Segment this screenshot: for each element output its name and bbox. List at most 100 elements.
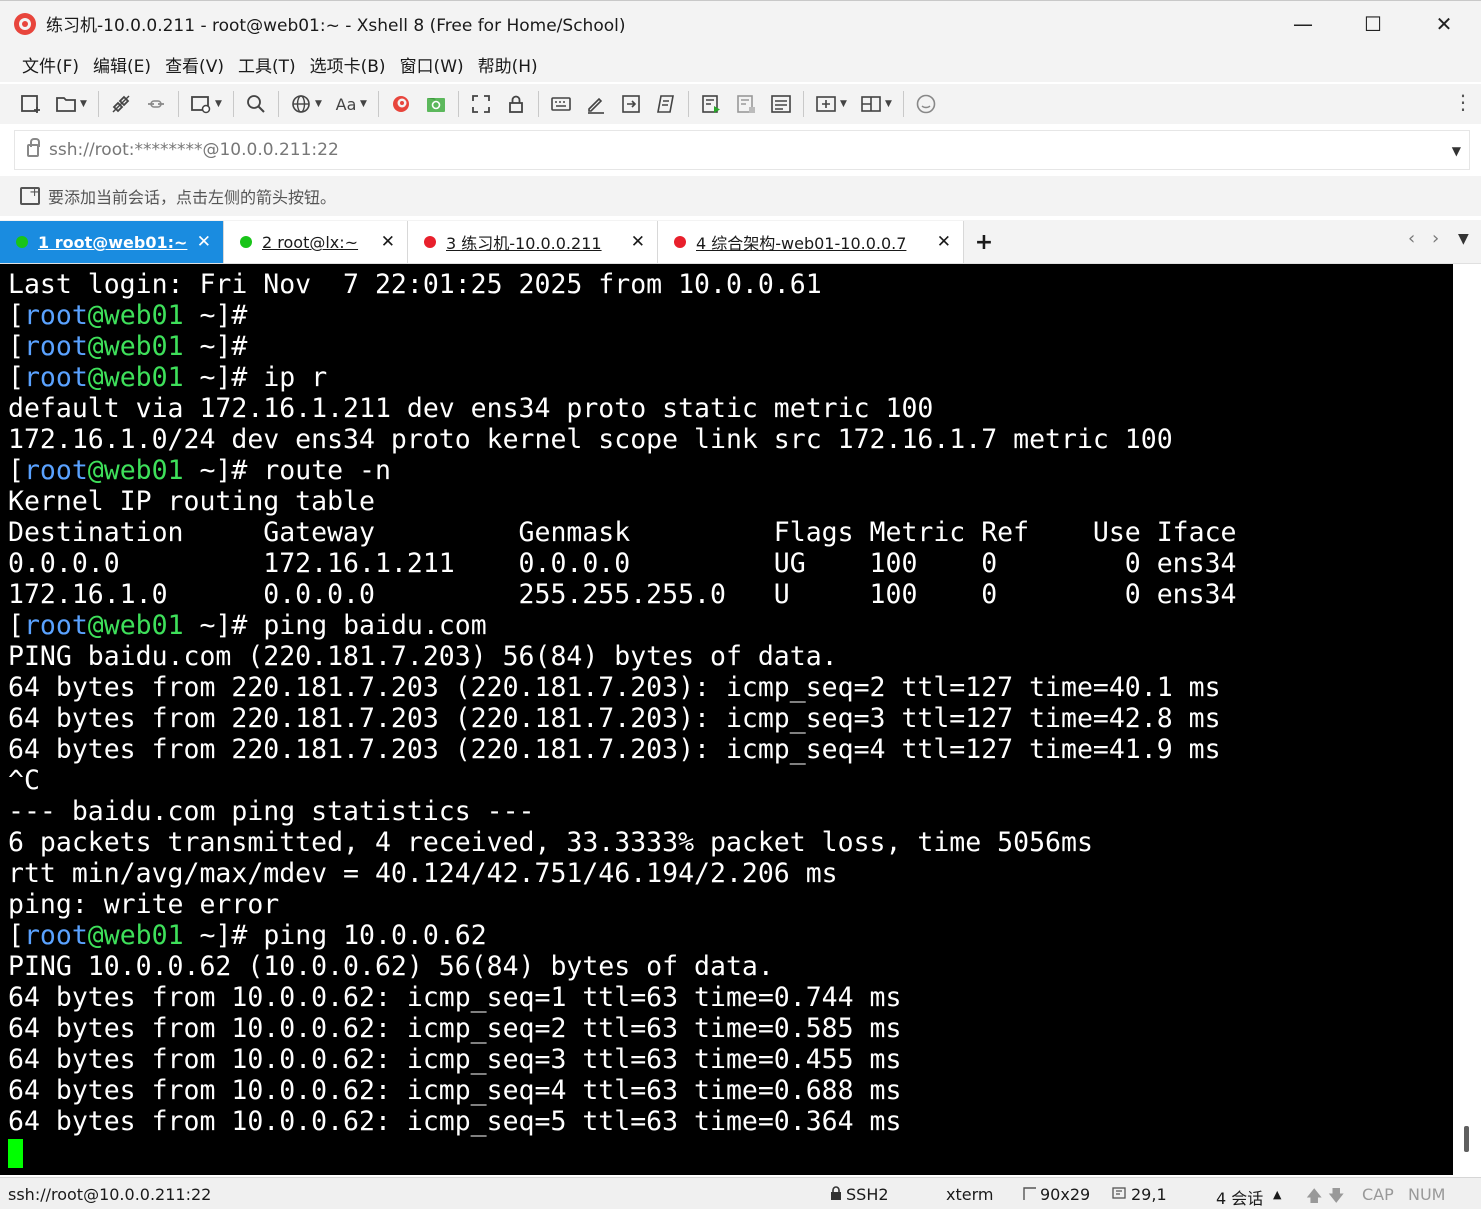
terminal-line: --- baidu.com ping statistics --- [8, 796, 1453, 827]
terminal-line: 64 bytes from 10.0.0.62: icmp_seq=4 ttl=… [8, 1075, 1453, 1106]
tab-session-4[interactable]: 4 综合架构-web01-10.0.0.7 ✕ [658, 221, 964, 263]
stop-logging-icon[interactable] [733, 91, 759, 117]
minimize-button[interactable]: — [1268, 1, 1338, 47]
terminal-line: 64 bytes from 10.0.0.62: icmp_seq=5 ttl=… [8, 1106, 1453, 1137]
session-properties-icon[interactable] [188, 91, 214, 117]
maximize-button[interactable]: ☐ [1338, 1, 1408, 47]
terminal-line: [root@web01 ~]# route -n [8, 455, 1453, 486]
scroll-up-icon[interactable]: 🡅 [1306, 1185, 1322, 1209]
status-sessions[interactable]: 4 会话 [1216, 1185, 1263, 1209]
close-tab-icon[interactable]: ✕ [937, 232, 951, 252]
connect-icon[interactable] [108, 91, 134, 117]
prompt-bracket: [ [8, 920, 24, 951]
sessions-up-icon[interactable]: ▲ [1273, 1188, 1281, 1201]
disconnect-icon[interactable] [143, 91, 169, 117]
layout-icon[interactable] [858, 91, 884, 117]
xshell-icon[interactable] [388, 91, 414, 117]
prompt-at: @ [87, 455, 104, 486]
globe-icon[interactable] [288, 91, 314, 117]
properties-dropdown-icon[interactable]: ▼ [215, 99, 225, 109]
prompt-user: root [23, 455, 88, 486]
prompt-user: root [23, 920, 88, 951]
terminal-line: 64 bytes from 10.0.0.62: icmp_seq=2 ttl=… [8, 1013, 1453, 1044]
output-text: 64 bytes from 10.0.0.62: icmp_seq=1 ttl=… [8, 982, 902, 1013]
menu-edit[interactable]: 编辑(E) [86, 52, 158, 77]
search-icon[interactable] [243, 91, 269, 117]
terminal-line: Destination Gateway Genmask Flags Metric… [8, 517, 1453, 548]
terminal-scrollbar[interactable] [1453, 264, 1481, 1175]
add-tab-icon[interactable]: + [964, 221, 1004, 263]
prompt-bracket: [ [8, 610, 24, 641]
title-bar: 练习机-10.0.0.211 - root@web01:~ - Xshell 8… [0, 0, 1481, 46]
address-dropdown-icon[interactable]: ▼ [1452, 144, 1461, 158]
terminal-line: default via 172.16.1.211 dev ens34 proto… [8, 393, 1453, 424]
layout-dropdown-icon[interactable]: ▼ [885, 99, 895, 109]
close-tab-icon[interactable]: ✕ [381, 232, 395, 252]
terminal-line: ping: write error [8, 889, 1453, 920]
scrollbar-thumb[interactable] [1464, 1126, 1469, 1152]
fullscreen-icon[interactable] [468, 91, 494, 117]
new-tab-icon[interactable] [813, 91, 839, 117]
tab-label: 4 综合架构-web01-10.0.0.7 [696, 234, 907, 253]
tab-prev-icon[interactable]: ‹ [1408, 228, 1415, 249]
add-session-icon[interactable] [20, 185, 40, 205]
transfer-icon[interactable] [618, 91, 644, 117]
output-text: rtt min/avg/max/mdev = 40.124/42.751/46.… [8, 858, 838, 889]
tab-list-icon[interactable]: ▼ [1458, 231, 1469, 247]
close-tab-icon[interactable]: ✕ [631, 232, 645, 252]
keyboard-icon[interactable] [548, 91, 574, 117]
output-text: PING baidu.com (220.181.7.203) 56(84) by… [8, 641, 838, 672]
tab-session-1[interactable]: 1 root@web01:~ ✕ [0, 221, 224, 263]
font-dropdown-icon[interactable]: ▼ [360, 99, 370, 109]
close-button[interactable]: ✕ [1409, 1, 1479, 47]
open-dropdown-icon[interactable]: ▼ [80, 99, 90, 109]
lock-icon [27, 137, 40, 157]
address-bar[interactable]: ssh://root:********@10.0.0.211:22 ▼ [14, 130, 1470, 170]
toolbar-separator [378, 91, 379, 117]
tab-session-2[interactable]: 2 root@lx:~ ✕ [224, 221, 408, 263]
output-text: 172.16.1.0/24 dev ens34 proto kernel sco… [8, 424, 1173, 455]
prompt-host: web01 [103, 331, 184, 362]
new-tab-dropdown-icon[interactable]: ▼ [840, 99, 850, 109]
menu-tools[interactable]: 工具(T) [231, 52, 303, 77]
hint-text: 要添加当前会话，点击左侧的箭头按钮。 [48, 188, 337, 207]
log-viewer-icon[interactable] [768, 91, 794, 117]
toolbar-more-icon[interactable]: ⋮ [1453, 90, 1473, 114]
terminal-line: Kernel IP routing table [8, 486, 1453, 517]
terminal-output[interactable]: Last login: Fri Nov 7 22:01:25 2025 from… [0, 264, 1453, 1175]
menu-window[interactable]: 窗口(W) [393, 52, 471, 77]
new-session-icon[interactable] [18, 91, 44, 117]
prompt-bracket: [ [8, 300, 24, 331]
terminal-line: 0.0.0.0 172.16.1.211 0.0.0.0 UG 100 0 0 … [8, 548, 1453, 579]
start-logging-icon[interactable] [698, 91, 724, 117]
lock-icon[interactable] [503, 91, 529, 117]
tab-session-3[interactable]: 3 练习机-10.0.0.211 ✕ [408, 221, 658, 263]
menu-help[interactable]: 帮助(H) [471, 52, 545, 77]
menu-view[interactable]: 查看(V) [158, 52, 231, 77]
output-text: ^C [8, 765, 40, 796]
terminal-line: 64 bytes from 10.0.0.62: icmp_seq=3 ttl=… [8, 1044, 1453, 1075]
menu-tab[interactable]: 选项卡(B) [303, 52, 393, 77]
encoding-dropdown-icon[interactable]: ▼ [315, 99, 325, 109]
prompt-host: web01 [103, 300, 184, 331]
lock-icon [830, 1185, 842, 1204]
scroll-down-icon[interactable]: 🡇 [1328, 1185, 1344, 1209]
output-text: Last login: Fri Nov 7 22:01:25 2025 from… [8, 269, 822, 300]
status-position: 29,1 [1131, 1185, 1167, 1204]
address-text[interactable]: ssh://root:********@10.0.0.211:22 [49, 140, 339, 160]
prompt-at: @ [87, 300, 104, 331]
output-text: 64 bytes from 220.181.7.203 (220.181.7.2… [8, 703, 1221, 734]
xftp-icon[interactable] [423, 91, 449, 117]
terminal-line: [root@web01 ~]# ip r [8, 362, 1453, 393]
tab-next-icon[interactable]: › [1432, 228, 1439, 249]
menu-file[interactable]: 文件(F) [15, 52, 86, 77]
open-folder-icon[interactable] [53, 91, 79, 117]
tab-label: 1 root@web01:~ [38, 232, 188, 252]
font-icon[interactable]: Aa [333, 91, 359, 117]
compose-icon[interactable] [583, 91, 609, 117]
script-icon[interactable] [653, 91, 679, 117]
chat-icon[interactable] [913, 91, 939, 117]
toolbar-separator [538, 91, 539, 117]
close-tab-icon[interactable]: ✕ [197, 232, 211, 252]
prompt-at: @ [87, 610, 104, 641]
